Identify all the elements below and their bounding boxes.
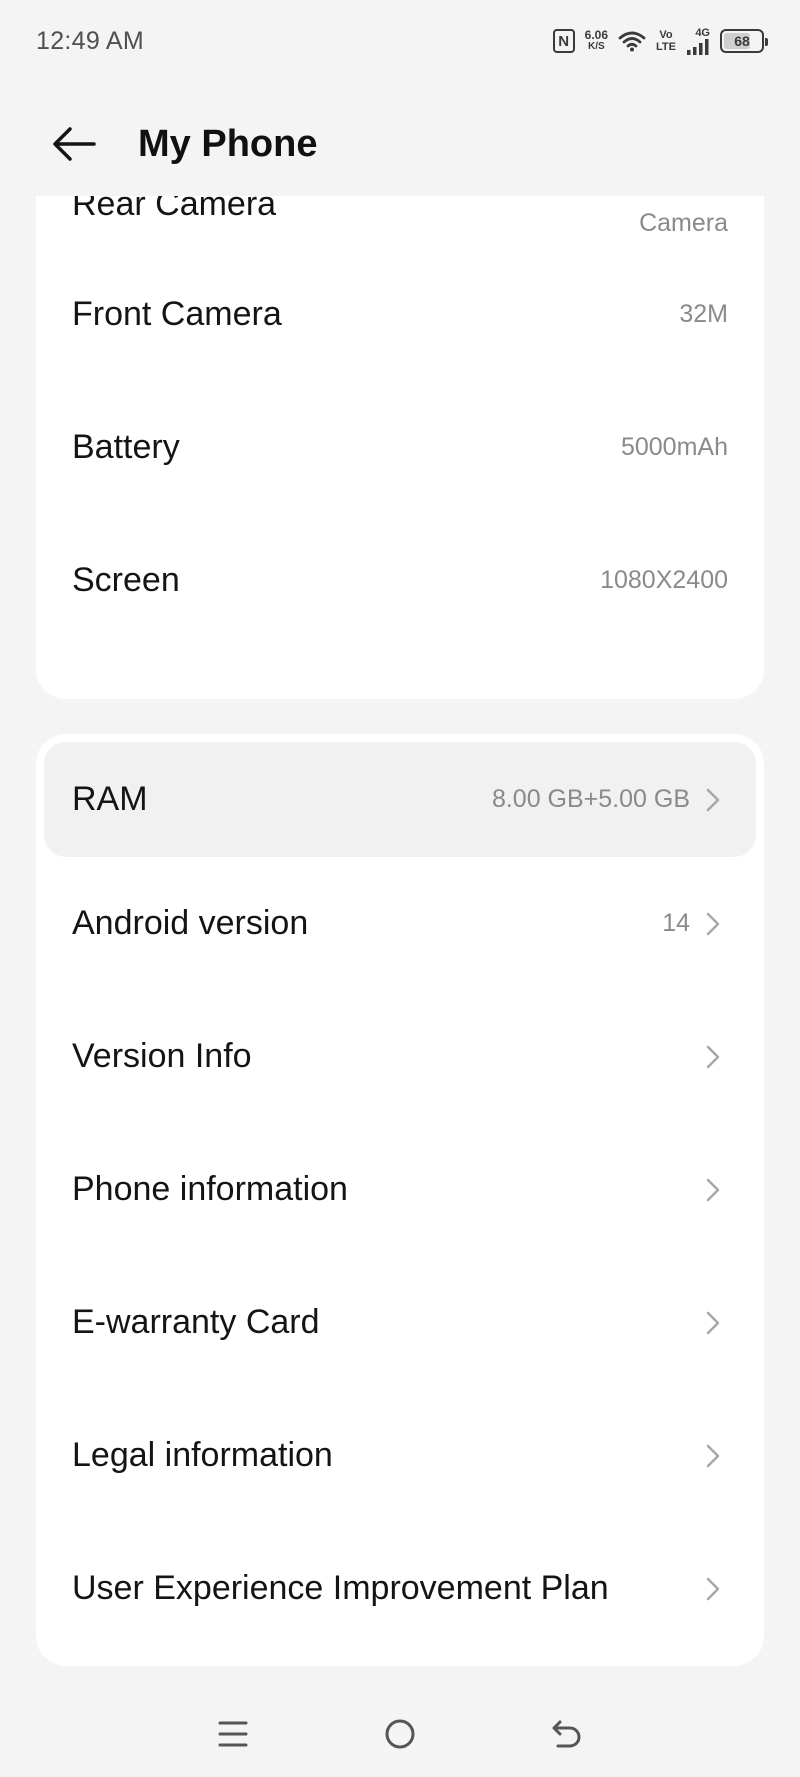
row-android-version[interactable]: Android version 14 bbox=[36, 857, 764, 990]
menu-icon bbox=[218, 1721, 248, 1746]
row-version-info[interactable]: Version Info bbox=[36, 990, 764, 1123]
row-label: User Experience Improvement Plan bbox=[72, 1569, 609, 1607]
row-screen: Screen 1080X2400 bbox=[36, 514, 764, 647]
volte-bottom: LTE bbox=[656, 41, 676, 53]
row-label: Version Info bbox=[72, 1037, 252, 1075]
row-label: Phone information bbox=[72, 1170, 348, 1208]
row-ram[interactable]: RAM 8.00 GB+5.00 GB bbox=[44, 742, 756, 857]
network-speed-unit: K/S bbox=[588, 41, 605, 52]
back-icon bbox=[552, 1720, 581, 1747]
row-e-warranty-card[interactable]: E-warranty Card bbox=[36, 1256, 764, 1389]
row-label: Legal information bbox=[72, 1436, 333, 1474]
row-legal-information[interactable]: Legal information bbox=[36, 1389, 764, 1522]
row-value: 14 bbox=[662, 909, 690, 937]
wifi-icon bbox=[618, 30, 646, 52]
signal-icon: 4G bbox=[686, 26, 710, 55]
row-value: 32M bbox=[679, 300, 728, 328]
volte-indicator: Vo LTE bbox=[656, 29, 676, 53]
chevron-right-icon bbox=[706, 1178, 728, 1201]
row-battery: Battery 5000mAh bbox=[36, 381, 764, 514]
home-icon bbox=[385, 1719, 415, 1748]
volte-top: Vo bbox=[659, 29, 673, 41]
row-phone-information[interactable]: Phone information bbox=[36, 1123, 764, 1256]
arrow-left-icon bbox=[53, 127, 96, 161]
row-label: Android version bbox=[72, 904, 309, 942]
row-user-experience-improvement-plan[interactable]: User Experience Improvement Plan bbox=[36, 1522, 764, 1655]
software-card: RAM 8.00 GB+5.00 GB Android version 14 V… bbox=[36, 734, 764, 1666]
header: My Phone bbox=[0, 100, 800, 188]
row-label: Screen bbox=[72, 561, 180, 599]
battery-level: 68 bbox=[734, 33, 750, 49]
network-speed-value: 6.06 bbox=[584, 28, 609, 42]
navigation-bar bbox=[0, 1690, 800, 1777]
chevron-right-icon bbox=[706, 1311, 728, 1334]
network-speed: 6.06 K/S bbox=[585, 29, 608, 53]
status-time: 12:49 AM bbox=[36, 26, 145, 55]
row-front-camera: Front Camera 32M bbox=[36, 248, 764, 381]
row-label: RAM bbox=[72, 780, 148, 818]
chevron-right-icon bbox=[706, 1045, 728, 1068]
row-label: Front Camera bbox=[72, 295, 282, 333]
status-bar: 12:49 AM N 6.06 K/S Vo LTE 4G 68 bbox=[0, 0, 800, 82]
status-icons: N 6.06 K/S Vo LTE 4G 68 bbox=[552, 26, 768, 55]
network-type: 4G bbox=[695, 26, 710, 39]
chevron-right-icon bbox=[706, 912, 728, 935]
home-button[interactable] bbox=[370, 1704, 430, 1764]
nfc-icon: N bbox=[552, 29, 575, 53]
recent-apps-button[interactable] bbox=[203, 1704, 263, 1764]
row-value: 8.00 GB+5.00 GB bbox=[491, 785, 690, 813]
chevron-right-icon bbox=[706, 1444, 728, 1467]
back-nav-button[interactable] bbox=[537, 1704, 597, 1764]
row-value: Camera bbox=[639, 209, 728, 237]
row-rear-camera: Rear Camera Camera bbox=[36, 196, 764, 248]
row-value: 1080X2400 bbox=[600, 566, 728, 594]
row-label: Rear Camera bbox=[72, 196, 277, 223]
row-value: 5000mAh bbox=[620, 433, 728, 461]
page-title: My Phone bbox=[138, 122, 318, 165]
row-label: E-warranty Card bbox=[72, 1303, 320, 1341]
row-label: Battery bbox=[72, 428, 180, 466]
back-button[interactable] bbox=[44, 114, 104, 174]
chevron-right-icon bbox=[706, 1577, 728, 1600]
hardware-card: Rear Camera Camera Front Camera 32M Batt… bbox=[36, 196, 764, 699]
chevron-right-icon bbox=[706, 788, 728, 811]
battery-icon: 68 bbox=[720, 29, 768, 53]
